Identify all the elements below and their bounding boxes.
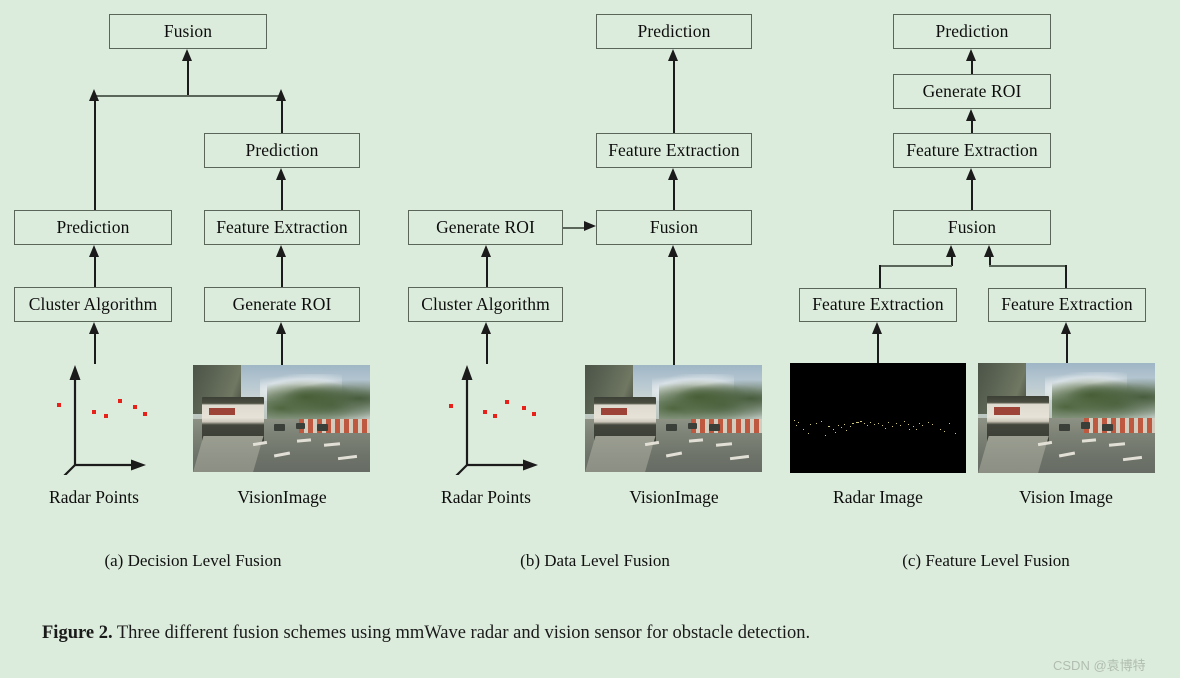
node-c-feature-extraction-top[interactable]: Feature Extraction <box>893 133 1051 168</box>
radar-point <box>532 412 536 416</box>
node-c-feature-extraction-left[interactable]: Feature Extraction <box>799 288 957 322</box>
node-a-fusion[interactable]: Fusion <box>109 14 267 49</box>
radar-point <box>57 403 61 407</box>
node-b-generate-roi[interactable]: Generate ROI <box>408 210 563 245</box>
node-a-prediction-left[interactable]: Prediction <box>14 210 172 245</box>
connector-b-cluster-to-roi <box>486 257 488 287</box>
radar-point <box>92 410 96 414</box>
figure-caption-text: Three different fusion schemes using mmW… <box>116 623 811 643</box>
node-a-prediction-right[interactable]: Prediction <box>204 133 360 168</box>
connector-a-fe-to-pred <box>281 180 283 210</box>
node-b-cluster-algorithm[interactable]: Cluster Algorithm <box>408 287 563 322</box>
connector-c-fusion-to-fe <box>971 180 973 210</box>
arrowhead-c-right-merge <box>984 245 994 257</box>
connector-c-right-merge-drop <box>1065 265 1067 289</box>
radar-point <box>483 410 487 414</box>
arrowhead-c-fusion-to-fe <box>966 168 976 180</box>
arrowhead-a-fe-to-pred <box>276 168 286 180</box>
arrowhead-b-fusion-to-fe <box>668 168 678 180</box>
connector-c-left-merge-drop <box>879 265 881 289</box>
connector-a-branch-bar <box>94 95 281 97</box>
radar-point <box>449 404 453 408</box>
subcaption-a: (a) Decision Level Fusion <box>104 551 282 570</box>
node-c-generate-roi[interactable]: Generate ROI <box>893 74 1051 109</box>
arrowhead-c-visionimg-to-fe <box>1061 322 1071 334</box>
input-label-a-vision: VisionImage <box>237 487 327 507</box>
arrowhead-a-fusion <box>182 49 192 61</box>
node-a-cluster-algorithm[interactable]: Cluster Algorithm <box>14 287 172 322</box>
radar-points-plot-a <box>63 365 146 475</box>
arrowhead-a-branch-right <box>276 89 286 101</box>
connector-c-right-merge-bar <box>989 265 1066 267</box>
connector-c-roi-to-pred <box>971 61 973 74</box>
radar-point <box>143 412 147 416</box>
connector-b-image-to-fusion <box>673 257 675 365</box>
node-c-prediction[interactable]: Prediction <box>893 14 1051 49</box>
arrowhead-a-cluster-to-pred <box>89 245 99 257</box>
connector-c-visionimg-to-fe <box>1066 334 1068 364</box>
input-label-c-vision: Vision Image <box>1019 487 1113 507</box>
vision-image-a <box>193 365 370 472</box>
connector-a-fusion-stem <box>187 61 189 96</box>
radar-point <box>133 405 137 409</box>
arrowhead-a-image-to-roi <box>276 322 286 334</box>
node-a-feature-extraction[interactable]: Feature Extraction <box>204 210 360 245</box>
input-label-b-vision: VisionImage <box>629 487 719 507</box>
arrowhead-b-image-to-fusion <box>668 245 678 257</box>
connector-c-radarimg-to-fe <box>877 334 879 364</box>
arrowhead-c-left-merge <box>946 245 956 257</box>
connector-a-left-riser <box>94 95 96 212</box>
connector-c-left-merge-bar <box>879 265 952 267</box>
vision-image-b <box>585 365 762 472</box>
figure-canvas: Fusion Prediction Prediction Feature Ext… <box>0 0 1180 678</box>
connector-b-roi-to-fusion <box>563 227 585 229</box>
radar-image-c <box>790 363 966 473</box>
radar-points-plot-b <box>455 365 538 475</box>
node-b-fusion[interactable]: Fusion <box>596 210 752 245</box>
subcaption-c: (c) Feature Level Fusion <box>902 551 1070 570</box>
arrowhead-a-branch-left <box>89 89 99 101</box>
node-b-feature-extraction[interactable]: Feature Extraction <box>596 133 752 168</box>
arrowhead-b-cluster-to-roi <box>481 245 491 257</box>
input-label-a-radar: Radar Points <box>49 487 139 507</box>
input-label-b-radar: Radar Points <box>441 487 531 507</box>
connector-a-roi-to-fe <box>281 257 283 287</box>
watermark: CSDN @袁博特 <box>1053 658 1146 673</box>
arrowhead-c-roi-to-pred <box>966 49 976 61</box>
arrowhead-a-radar-to-cluster <box>89 322 99 334</box>
arrowhead-c-fe-to-roi <box>966 109 976 121</box>
radar-point <box>522 406 526 410</box>
radar-point <box>118 399 122 403</box>
connector-a-cluster-to-pred <box>94 257 96 287</box>
arrowhead-b-fe-to-pred <box>668 49 678 61</box>
arrowhead-a-roi-to-fe <box>276 245 286 257</box>
arrowhead-b-roi-to-fusion <box>584 221 596 231</box>
connector-a-image-to-roi <box>281 334 283 367</box>
arrowhead-b-radar-to-cluster <box>481 322 491 334</box>
connector-b-fe-to-pred <box>673 61 675 133</box>
radar-point <box>493 414 497 418</box>
figure-caption: Figure 2. Three different fusion schemes… <box>42 623 810 644</box>
connector-b-fusion-to-fe <box>673 180 675 210</box>
input-label-c-radar: Radar Image <box>833 487 923 507</box>
figure-caption-label: Figure 2. <box>42 623 113 643</box>
vision-image-c <box>978 363 1155 473</box>
node-c-feature-extraction-right[interactable]: Feature Extraction <box>988 288 1146 322</box>
subcaption-b: (b) Data Level Fusion <box>520 551 670 570</box>
radar-point <box>505 400 509 404</box>
radar-point <box>104 414 108 418</box>
node-a-generate-roi[interactable]: Generate ROI <box>204 287 360 322</box>
node-b-prediction[interactable]: Prediction <box>596 14 752 49</box>
node-c-fusion[interactable]: Fusion <box>893 210 1051 245</box>
arrowhead-c-radarimg-to-fe <box>872 322 882 334</box>
